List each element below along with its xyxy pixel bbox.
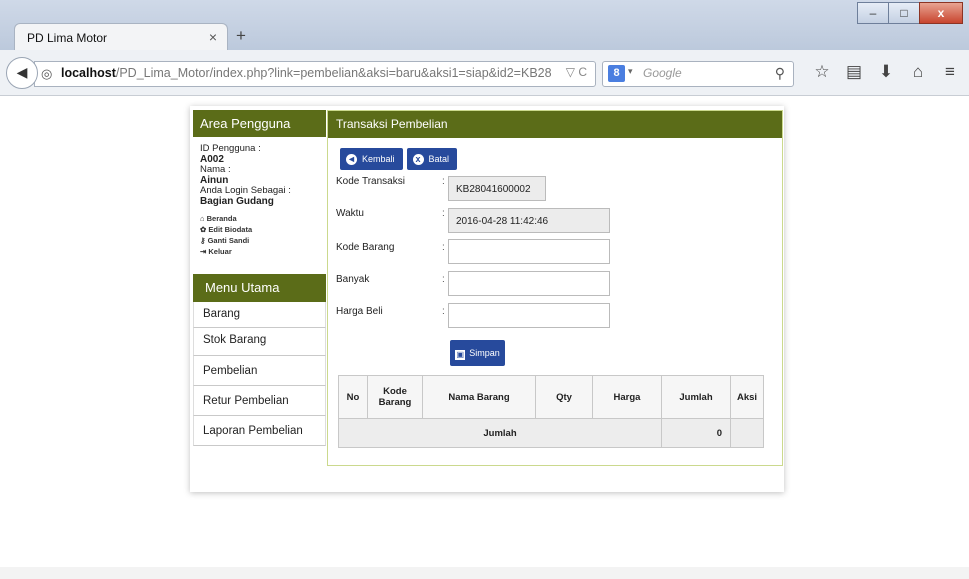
table-header-row: No Kode Barang Nama Barang Qty Harga Jum… [338, 375, 764, 419]
main-menu-title: Menu Utama [193, 274, 326, 302]
total-value: 0 [661, 418, 731, 448]
cancel-circle-icon: x [412, 153, 424, 165]
link-beranda[interactable]: ⌂ Beranda [200, 213, 326, 224]
label-banyak: Banyak [336, 274, 370, 285]
colon: : [442, 274, 445, 285]
reload-icon[interactable]: ▽ C [566, 65, 587, 79]
banyak-input[interactable] [448, 271, 610, 296]
col-no: No [338, 375, 368, 419]
user-role-label: Anda Login Sebagai : [200, 185, 291, 196]
col-aksi: Aksi [730, 375, 764, 419]
col-nama-barang: Nama Barang [422, 375, 536, 419]
link-ganti-sandi[interactable]: ⚷ Ganti Sandi [200, 235, 326, 246]
tab-close-icon[interactable]: × [209, 29, 217, 45]
reading-list-icon[interactable]: ▤ [838, 62, 870, 82]
search-engine-icon[interactable]: 8 [608, 65, 625, 82]
window-controls: – □ x [857, 2, 963, 24]
colon: : [442, 306, 445, 317]
tab-title: PD Lima Motor [27, 31, 108, 45]
col-harga: Harga [592, 375, 662, 419]
action-buttons: ◄ Kembali x Batal [340, 148, 461, 170]
total-aksi-cell [730, 418, 764, 448]
sidebar: Area Pengguna ID Pengguna : A002 Nama : … [193, 110, 326, 446]
download-icon[interactable]: ⬇ [870, 62, 902, 82]
minimize-icon[interactable]: – [857, 2, 889, 24]
url-text: localhost/PD_Lima_Motor/index.php?link=p… [61, 66, 551, 80]
close-window-icon[interactable]: x [919, 2, 963, 24]
table-total-row: Jumlah 0 [338, 418, 764, 448]
search-placeholder: Google [643, 66, 682, 80]
cancel-button[interactable]: x Batal [406, 148, 458, 170]
colon: : [442, 176, 445, 187]
col-kode-barang: Kode Barang [367, 375, 423, 419]
toolbar-icons: ☆ ▤ ⬇ ⌂ ≡ [806, 62, 966, 82]
menu-item-pembelian[interactable]: Pembelian [193, 356, 326, 386]
col-qty: Qty [535, 375, 593, 419]
harga-beli-input[interactable] [448, 303, 610, 328]
total-label: Jumlah [338, 418, 662, 448]
menu-icon[interactable]: ≡ [934, 62, 966, 82]
gear-icon: ✿ [200, 225, 207, 234]
menu-item-laporan-pembelian[interactable]: Laporan Pembelian [193, 416, 326, 446]
browser-titlebar: PD Lima Motor × + – □ x [0, 0, 969, 52]
label-waktu: Waktu [336, 208, 364, 219]
new-tab-icon[interactable]: + [236, 26, 246, 46]
user-links: ⌂ Beranda ✿ Edit Biodata ⚷ Ganti Sandi ⇥… [193, 207, 326, 257]
purchase-table: No Kode Barang Nama Barang Qty Harga Jum… [338, 375, 764, 448]
link-edit-biodata[interactable]: ✿ Edit Biodata [200, 224, 326, 235]
menu-item-stok-barang[interactable]: Stok Barang [193, 328, 326, 356]
search-bar[interactable]: 8 ▾ Google ⚲ [602, 61, 794, 87]
colon: : [442, 208, 445, 219]
menu-item-retur-pembelian[interactable]: Retur Pembelian [193, 386, 326, 416]
kode-transaksi-field: KB28041600002 [448, 176, 546, 201]
waktu-field: 2016-04-28 11:42:46 [448, 208, 610, 233]
bookmark-star-icon[interactable]: ☆ [806, 62, 838, 82]
user-info: ID Pengguna : A002 Nama : Ainun Anda Log… [193, 137, 326, 207]
back-arrow-icon[interactable]: ◀ [6, 57, 38, 89]
search-engine-dropdown-icon[interactable]: ▾ [628, 66, 633, 77]
transaction-panel: Transaksi Pembelian ◄ Kembali x Batal Kode… [327, 110, 783, 466]
browser-navbar: ◎ localhost/PD_Lima_Motor/index.php?link… [0, 50, 969, 96]
label-kode-transaksi: Kode Transaksi [336, 176, 405, 187]
user-name-label: Nama : [200, 164, 231, 175]
key-icon: ⚷ [200, 236, 206, 245]
col-jumlah: Jumlah [661, 375, 731, 419]
save-button[interactable]: ▣ Simpan [450, 340, 505, 366]
kode-barang-input[interactable] [448, 239, 610, 264]
panel-title: Transaksi Pembelian [328, 111, 782, 138]
search-icon[interactable]: ⚲ [775, 65, 785, 82]
user-id-label: ID Pengguna : [200, 143, 261, 154]
user-area-title: Area Pengguna [193, 110, 326, 137]
colon: : [442, 242, 445, 253]
label-harga-beli: Harga Beli [336, 306, 383, 317]
bottom-strip [0, 567, 969, 579]
save-icon: ▣ [455, 350, 466, 360]
link-keluar[interactable]: ⇥ Keluar [200, 246, 326, 257]
back-circle-icon: ◄ [346, 153, 357, 165]
logout-icon: ⇥ [200, 247, 207, 256]
home-icon[interactable]: ⌂ [902, 62, 934, 82]
user-role-value: Bagian Gudang [200, 195, 274, 207]
back-button[interactable]: ◄ Kembali [340, 148, 403, 170]
address-bar[interactable]: ◎ localhost/PD_Lima_Motor/index.php?link… [34, 61, 596, 87]
site-info-icon[interactable]: ◎ [41, 66, 52, 82]
home-icon: ⌂ [200, 214, 205, 223]
menu-item-barang[interactable]: Barang [193, 302, 326, 328]
maximize-icon[interactable]: □ [888, 2, 920, 24]
browser-tab[interactable]: PD Lima Motor × [14, 23, 228, 52]
label-kode-barang: Kode Barang [336, 242, 395, 253]
